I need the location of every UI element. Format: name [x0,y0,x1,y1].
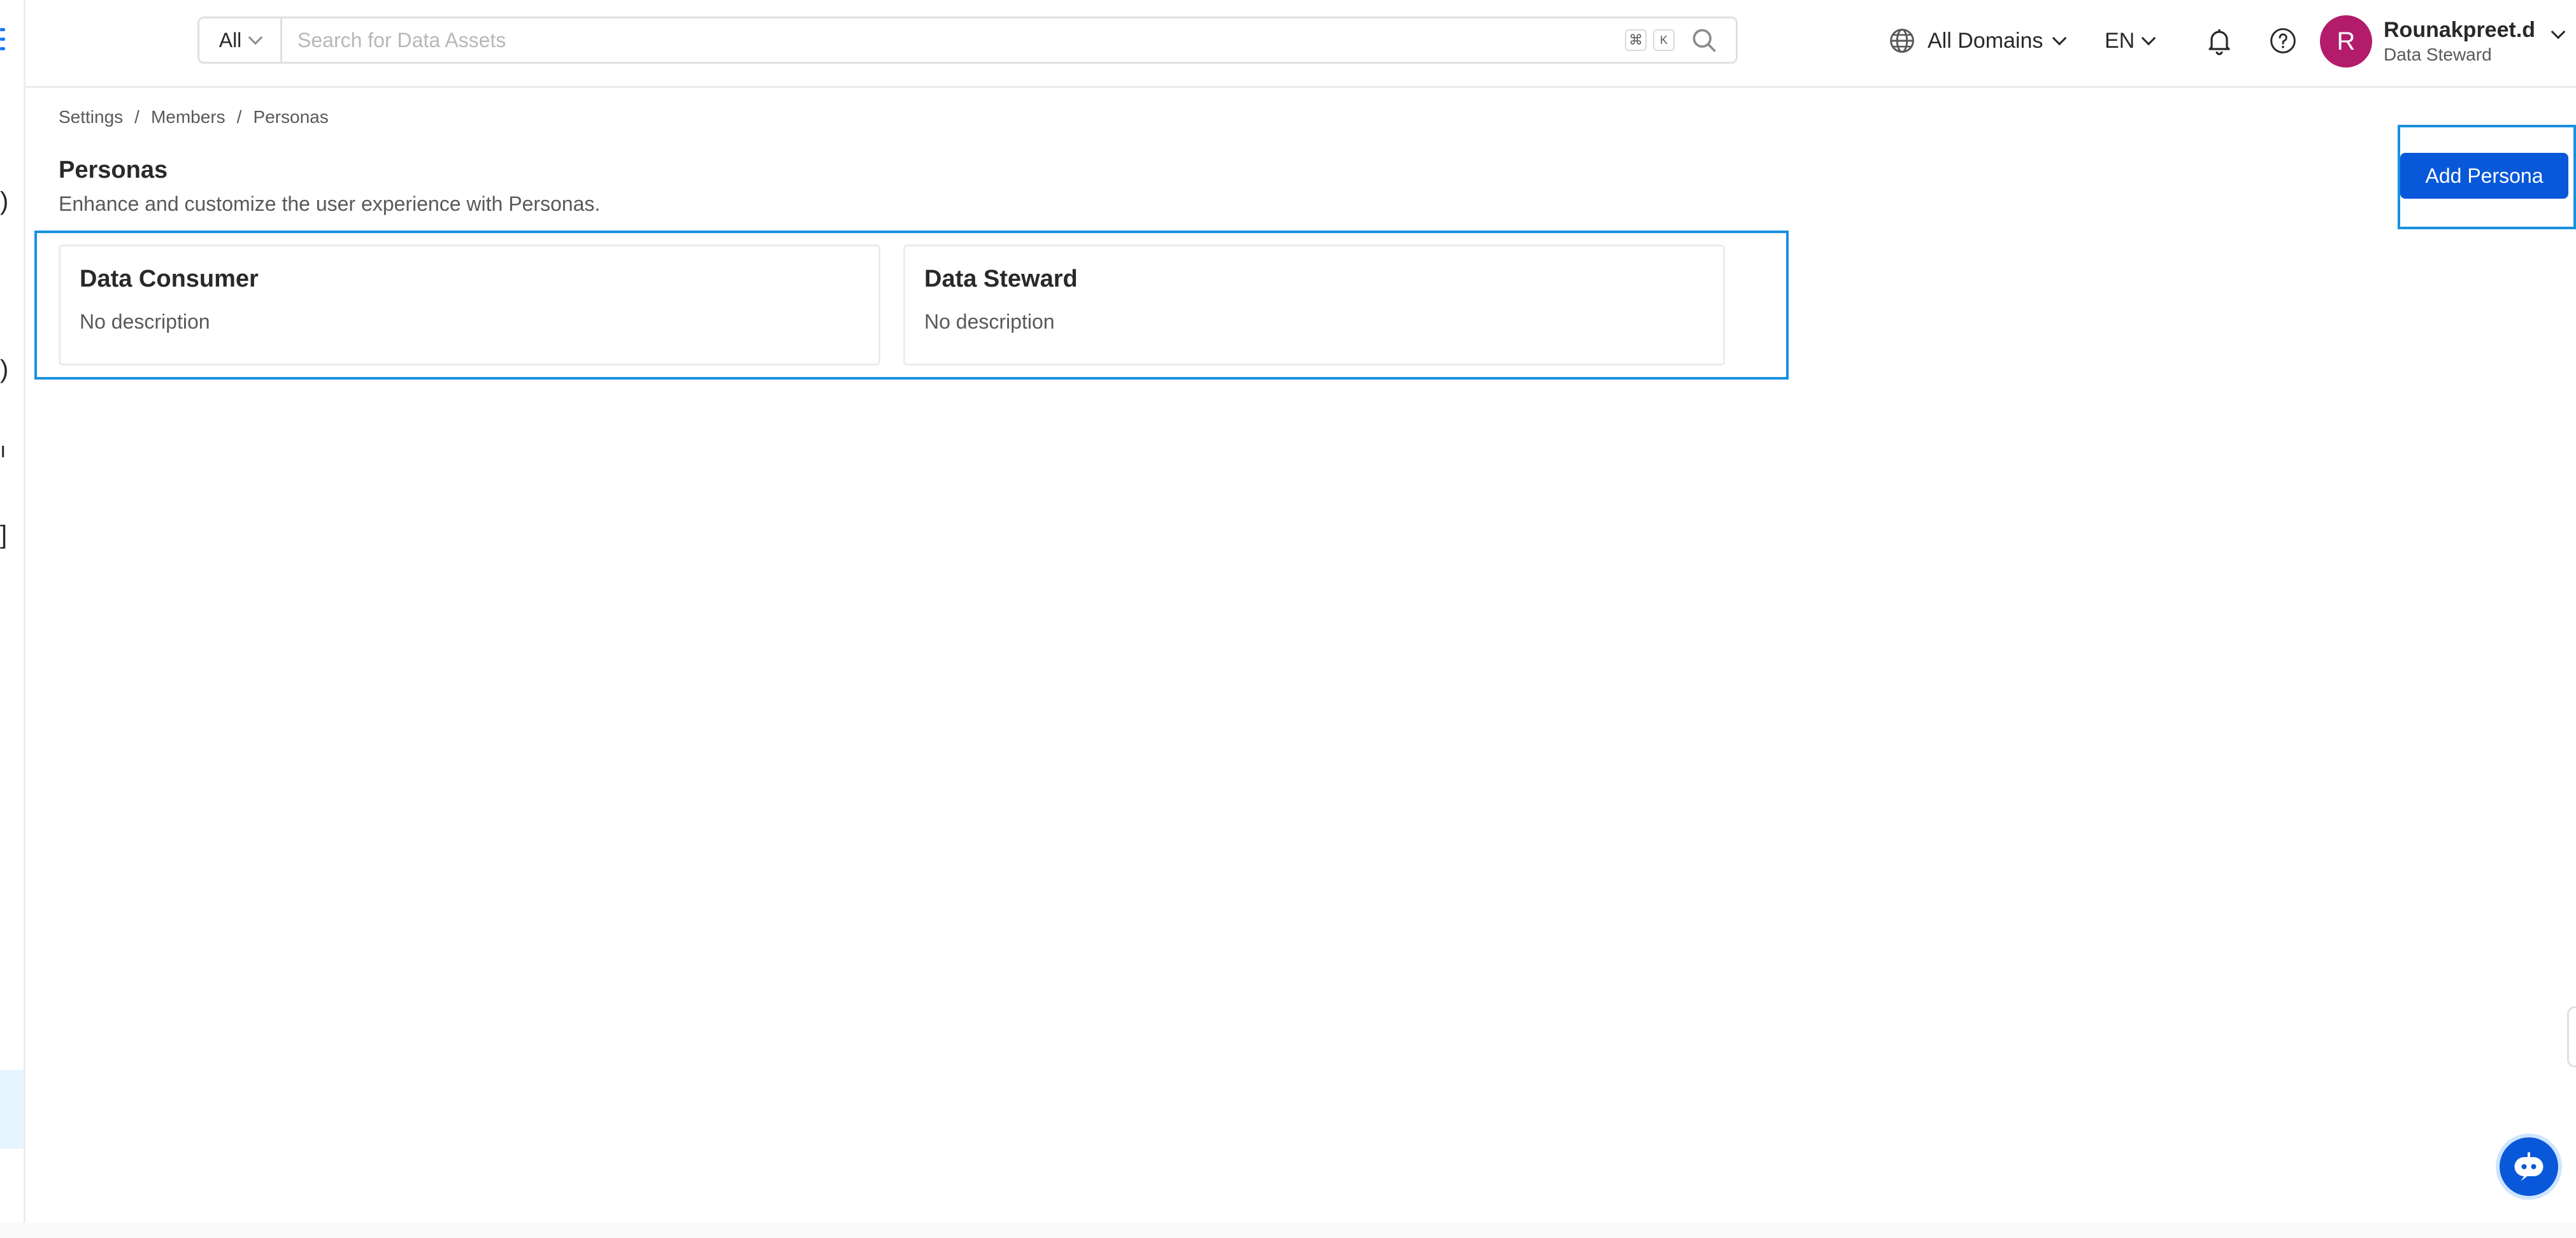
bottom-strip [0,1223,2576,1238]
help-icon[interactable] [2269,27,2297,55]
shortcut-key-command: ⌘ [1625,29,1647,51]
page-title: Personas [59,157,168,183]
search-icon[interactable] [1690,26,1718,54]
nav-icon[interactable]: ) [0,357,8,382]
breadcrumb-item-personas: Personas [253,107,329,127]
persona-description: No description [80,310,210,333]
shortcut-key-k: K [1653,29,1675,51]
top-header: All ⌘ K All Domains EN R [25,0,2576,88]
persona-name: Data Consumer [80,266,259,292]
persona-card-data-consumer[interactable]: Data Consumer No description [59,245,880,366]
chatbot-button[interactable] [2496,1134,2562,1200]
chevron-down-icon [2052,31,2067,46]
global-search: All ⌘ K [197,17,1738,64]
left-navigation-rail: ) ) ı ] [0,0,25,1238]
search-type-label: All [218,28,242,52]
domain-selector[interactable]: All Domains [1888,24,2067,57]
menu-icon[interactable] [0,28,5,56]
nav-icon[interactable]: ] [0,522,7,548]
search-input[interactable] [282,18,1625,62]
breadcrumb-separator: / [236,107,242,127]
breadcrumb-item-members[interactable]: Members [151,107,225,127]
page-subtitle: Enhance and customize the user experienc… [59,192,601,215]
nav-icon[interactable]: ı [0,439,6,461]
chevron-down-icon [2141,31,2156,46]
breadcrumb-item-settings[interactable]: Settings [59,107,123,127]
globe-icon [1890,29,1914,53]
nav-item-active[interactable] [0,1070,24,1149]
user-name: Rounakpreet.d [2384,18,2536,42]
side-panel-handle[interactable] [2567,1006,2576,1067]
chatbot-icon [2514,1152,2544,1181]
persona-name: Data Steward [924,266,1078,292]
breadcrumb: Settings / Members / Personas [59,107,329,127]
breadcrumb-separator: / [134,107,140,127]
user-menu-chevron-icon[interactable] [2551,24,2566,39]
language-label: EN [2105,28,2135,53]
nav-icon[interactable]: ) [0,189,8,214]
persona-description: No description [924,310,1055,333]
avatar[interactable]: R [2320,15,2372,68]
persona-card-data-steward[interactable]: Data Steward No description [903,245,1725,366]
chevron-down-icon [248,30,263,45]
add-persona-button[interactable]: Add Persona [2400,153,2568,199]
bell-icon[interactable] [2204,25,2235,56]
domain-selector-label: All Domains [1928,28,2043,53]
user-role: Data Steward [2384,45,2492,64]
language-selector[interactable]: EN [2105,24,2156,57]
search-type-dropdown[interactable]: All [199,18,282,62]
